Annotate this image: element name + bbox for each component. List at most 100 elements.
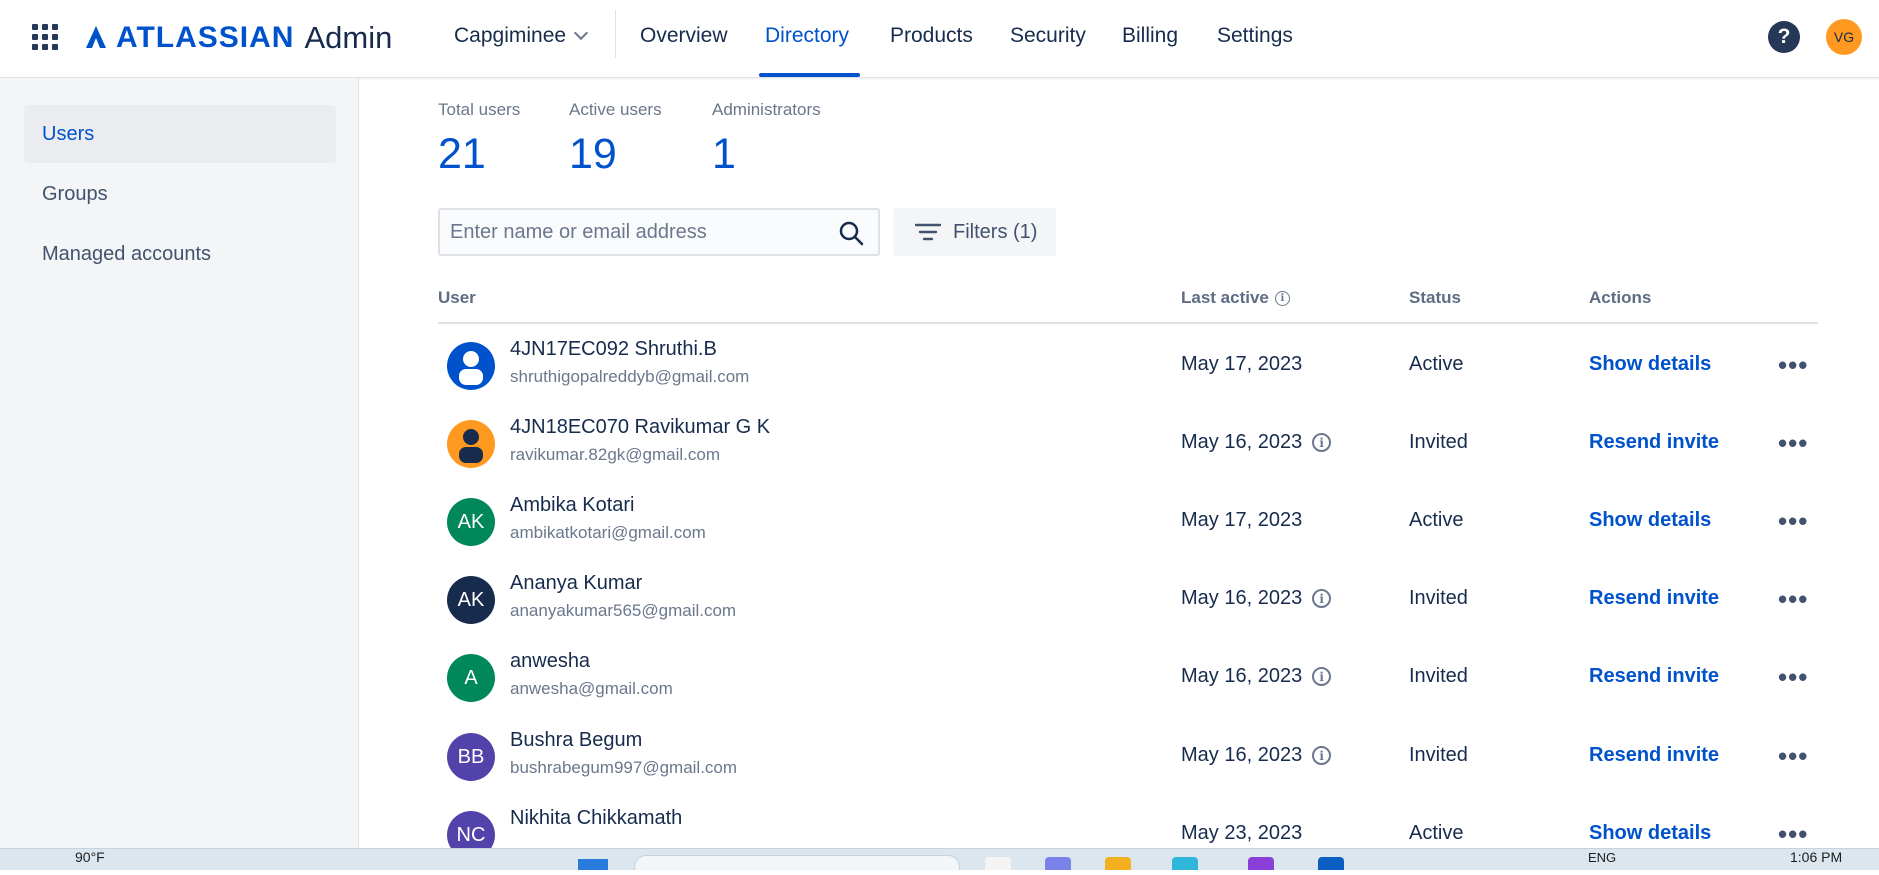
windows-start-icon[interactable] [578,859,608,870]
table-row[interactable]: AK Ananya Kumar ananyakumar565@gmail.com… [438,562,1818,640]
sidebar-item-managed-accounts[interactable]: Managed accounts [24,225,336,283]
status-cell: Invited [1409,744,1468,766]
stat-label: Administrators [712,100,821,119]
taskbar-weather[interactable]: 90°F [75,849,105,865]
avatar-initials: BB [457,745,485,768]
avatar-initials: AK [457,588,485,611]
person-icon [459,429,483,463]
active-tab-indicator [759,73,860,77]
more-actions-icon[interactable]: ••• [1778,350,1808,381]
column-header-label: Last active [1181,288,1269,307]
last-active-date: May 16, 2023 [1181,744,1303,766]
taskbar-app-icon[interactable] [1172,857,1198,870]
taskbar-app-icon[interactable] [1105,857,1131,870]
stat-total-users: Total users 21 [438,100,520,179]
last-active-date: May 16, 2023 [1181,431,1303,453]
info-icon[interactable]: i [1312,589,1332,608]
last-active-cell: May 23, 2023 [1181,822,1302,845]
avatar: A [447,654,495,702]
filter-icon [915,223,941,241]
tab-overview[interactable]: Overview [640,24,728,48]
help-icon[interactable]: ? [1768,21,1800,53]
avatar: BB [447,733,495,781]
last-active-cell: May 16, 2023 i [1181,587,1332,610]
taskbar-app-icon[interactable] [1248,857,1274,870]
chevron-down-icon [574,25,589,41]
search-icon[interactable] [838,220,864,246]
more-actions-icon[interactable]: ••• [1778,819,1808,850]
info-icon[interactable]: i [1312,667,1332,686]
more-actions-icon[interactable]: ••• [1778,428,1808,459]
more-actions-icon[interactable]: ••• [1778,584,1808,615]
status-cell: Active [1409,509,1464,531]
table-row[interactable]: 4JN18EC070 Ravikumar G K ravikumar.82gk@… [438,406,1818,484]
user-name: Ananya Kumar [510,572,643,594]
taskbar-app-icon[interactable] [1318,857,1344,870]
sidebar-item-groups[interactable]: Groups [24,165,336,223]
search-input[interactable] [440,220,820,244]
app-switcher-icon[interactable] [32,24,58,50]
taskbar-app-icon[interactable] [1045,857,1071,870]
atlassian-mark-icon [86,26,106,48]
table-row[interactable]: BB Bushra Begum bushrabegum997@gmail.com… [438,719,1818,797]
user-name: Nikhita Chikkamath [510,807,683,829]
resend-invite-link[interactable]: Resend invite [1589,744,1719,767]
search-box [438,208,880,256]
column-header-status[interactable]: Status [1409,288,1461,308]
os-taskbar: 90°F ENG 1:06 PM [0,848,1879,870]
column-header-last-active[interactable]: Last active i [1181,288,1290,308]
taskbar-clock[interactable]: 1:06 PM [1790,849,1842,865]
more-actions-icon[interactable]: ••• [1778,506,1808,537]
org-name: Capgiminee [454,24,567,47]
more-actions-icon[interactable]: ••• [1778,662,1808,693]
status-cell: Invited [1409,587,1468,609]
show-details-link[interactable]: Show details [1589,509,1711,532]
org-switcher[interactable]: Capgiminee [454,24,589,48]
info-icon[interactable]: i [1312,746,1332,765]
tab-products[interactable]: Products [890,24,973,48]
tab-directory[interactable]: Directory [765,24,849,48]
taskbar-search[interactable] [634,855,960,870]
user-email: ambikatkotari@gmail.com [510,523,706,542]
status-cell: Active [1409,822,1464,844]
table-row[interactable]: AK Ambika Kotari ambikatkotari@gmail.com… [438,484,1818,562]
user-email: ananyakumar565@gmail.com [510,601,737,620]
tab-security[interactable]: Security [1010,24,1086,48]
stat-label: Total users [438,100,521,119]
stat-value: 1 [712,130,736,178]
tab-settings[interactable]: Settings [1217,24,1293,48]
stat-label: Active users [569,100,662,119]
more-actions-icon[interactable]: ••• [1778,741,1808,772]
info-icon[interactable]: i [1312,433,1332,452]
user-avatar[interactable]: VG [1826,19,1862,55]
last-active-date: May 17, 2023 [1181,509,1303,531]
taskbar-language[interactable]: ENG [1588,850,1616,865]
resend-invite-link[interactable]: Resend invite [1589,665,1719,688]
user-name: 4JN18EC070 Ravikumar G K [510,416,771,438]
avatar-initials: AK [457,510,485,533]
user-email: anwesha@gmail.com [510,679,673,698]
nav-divider [615,10,616,58]
taskbar-app-icon[interactable] [985,857,1011,870]
brand-name: ATLASSIAN [116,21,295,54]
tab-billing[interactable]: Billing [1122,24,1178,48]
show-details-link[interactable]: Show details [1589,822,1711,845]
table-row[interactable]: 4JN17EC092 Shruthi.B shruthigopalreddyb@… [438,328,1818,406]
sidebar-item-users[interactable]: Users [24,105,336,163]
avatar [447,342,495,390]
resend-invite-link[interactable]: Resend invite [1589,587,1719,610]
atlassian-logo[interactable]: ATLASSIAN Admin [82,18,392,58]
info-icon[interactable]: i [1274,290,1290,306]
user-email: shruthigopalreddyb@gmail.com [510,367,750,386]
show-details-link[interactable]: Show details [1589,353,1711,376]
table-header-divider [438,322,1818,324]
filters-button[interactable]: Filters (1) [893,208,1056,256]
resend-invite-link[interactable]: Resend invite [1589,431,1719,454]
person-icon [459,351,483,385]
user-name: Bushra Begum [510,729,643,751]
last-active-date: May 17, 2023 [1181,353,1303,375]
table-row[interactable]: A anwesha anwesha@gmail.com May 16, 2023… [438,640,1818,718]
last-active-cell: May 16, 2023 i [1181,431,1332,454]
column-header-user[interactable]: User [438,288,476,308]
last-active-cell: May 16, 2023 i [1181,744,1332,767]
